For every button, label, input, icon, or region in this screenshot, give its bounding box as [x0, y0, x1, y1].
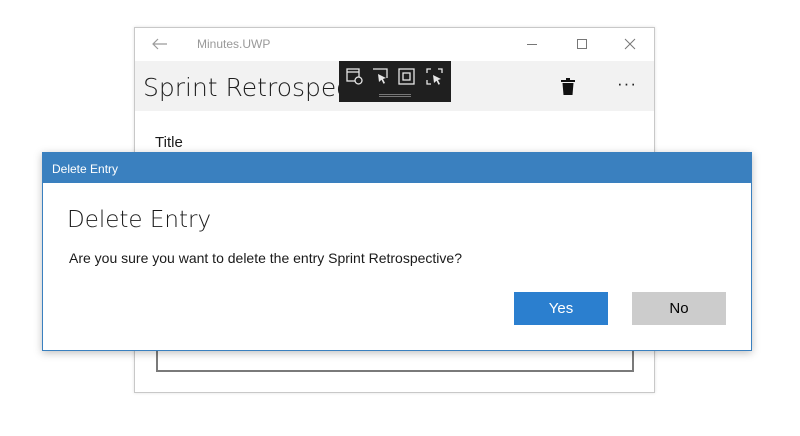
dialog-title-bar-text: Delete Entry	[52, 162, 119, 176]
app-title: Minutes.UWP	[197, 37, 271, 51]
toolbar-grip[interactable]	[379, 94, 411, 97]
screen: Minutes.UWP Sprint Retrospective ··· Tit…	[0, 0, 800, 436]
track-focused-element-icon[interactable]	[397, 67, 417, 87]
trash-icon	[561, 77, 575, 95]
yes-button[interactable]: Yes	[514, 292, 608, 325]
devtools-toolbar	[339, 61, 451, 102]
no-button[interactable]: No	[632, 292, 726, 325]
dialog-message: Are you sure you want to delete the entr…	[69, 250, 462, 266]
display-layout-adorners-icon[interactable]	[371, 67, 391, 87]
title-bar: Minutes.UWP	[135, 28, 654, 61]
back-arrow-icon[interactable]	[149, 34, 171, 54]
dialog-title-bar[interactable]: Delete Entry	[43, 153, 751, 183]
select-element-icon[interactable]	[345, 67, 365, 87]
delete-entry-dialog: Delete Entry Delete Entry Are you sure y…	[42, 152, 752, 351]
minimize-icon[interactable]	[519, 32, 545, 56]
dialog-heading: Delete Entry	[67, 207, 212, 233]
close-icon[interactable]	[617, 32, 643, 56]
delete-button[interactable]	[556, 74, 580, 98]
title-field-label: Title	[155, 134, 183, 151]
maximize-icon[interactable]	[569, 32, 595, 56]
toggle-selection-icon[interactable]	[425, 67, 445, 87]
more-button[interactable]: ···	[613, 74, 641, 98]
